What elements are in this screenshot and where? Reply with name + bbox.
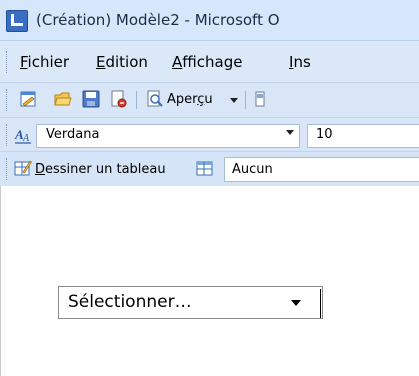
- canvas-left-border: [0, 186, 1, 376]
- preview-label-post: u: [204, 92, 213, 107]
- title-bar: (Création) Modèle2 - Microsoft O: [0, 0, 419, 41]
- formatting-toolbar: A A Verdana 10: [0, 117, 419, 151]
- menu-insertion[interactable]: Ins: [289, 53, 311, 71]
- font-name-value: Verdana: [46, 127, 100, 142]
- preview-dropdown-arrow[interactable]: [230, 98, 238, 103]
- toolbar-separator: [136, 91, 137, 109]
- svg-text:A: A: [22, 133, 30, 144]
- menu-insertion-label: ns: [293, 53, 311, 71]
- access-app-icon[interactable]: [6, 10, 28, 32]
- table-toolbar: Dessiner un tableau Aucun: [0, 151, 419, 186]
- preview-label-pre: Aper: [167, 92, 198, 107]
- draw-table-icon: [14, 160, 32, 176]
- standard-toolbar: Aperçu: [0, 82, 419, 117]
- toolbar-grip[interactable]: [6, 124, 9, 146]
- print-preview-button[interactable]: Aperçu: [167, 92, 213, 107]
- chevron-down-icon[interactable]: [291, 300, 301, 306]
- open-folder-icon[interactable]: [54, 90, 72, 108]
- print-icon[interactable]: [109, 90, 127, 108]
- design-canvas[interactable]: [0, 186, 419, 376]
- menu-affichage-accel: A: [172, 53, 183, 71]
- menu-edition-label: dition: [105, 53, 148, 71]
- save-icon[interactable]: [82, 90, 100, 108]
- font-dropdown-arrow[interactable]: [286, 130, 294, 135]
- menubar-grip[interactable]: [6, 51, 9, 73]
- draw-table-button[interactable]: Dessiner un tableau: [35, 162, 166, 177]
- draw-table-accel: D: [35, 162, 46, 177]
- font-size-value: 10: [316, 127, 333, 142]
- toolbar-grip[interactable]: [6, 89, 9, 111]
- overflow-icon[interactable]: [255, 90, 265, 108]
- toolbar-separator: [245, 91, 246, 109]
- window-title: (Création) Modèle2 - Microsoft O: [36, 11, 280, 29]
- font-format-icon[interactable]: A A: [14, 126, 32, 144]
- menu-affichage-label: ffichage: [182, 53, 243, 71]
- menu-fichier-accel: F: [20, 53, 28, 71]
- print-preview-icon[interactable]: [146, 90, 164, 108]
- menu-affichage[interactable]: Affichage: [172, 53, 242, 71]
- menu-fichier-label: ichier: [27, 53, 70, 71]
- table-style-icon[interactable]: [196, 159, 214, 177]
- select-value: Sélectionner…: [68, 292, 192, 312]
- menu-fichier[interactable]: Fichier: [20, 53, 69, 71]
- menu-bar: Fichier Edition Affichage Ins: [0, 41, 419, 82]
- draw-table-label: essiner un tableau: [45, 162, 166, 177]
- table-style-value: Aucun: [232, 162, 273, 177]
- design-view-icon[interactable]: [20, 90, 38, 108]
- text-cursor: [320, 289, 321, 318]
- toolbar-grip[interactable]: [6, 158, 9, 180]
- menu-edition[interactable]: Edition: [96, 53, 148, 71]
